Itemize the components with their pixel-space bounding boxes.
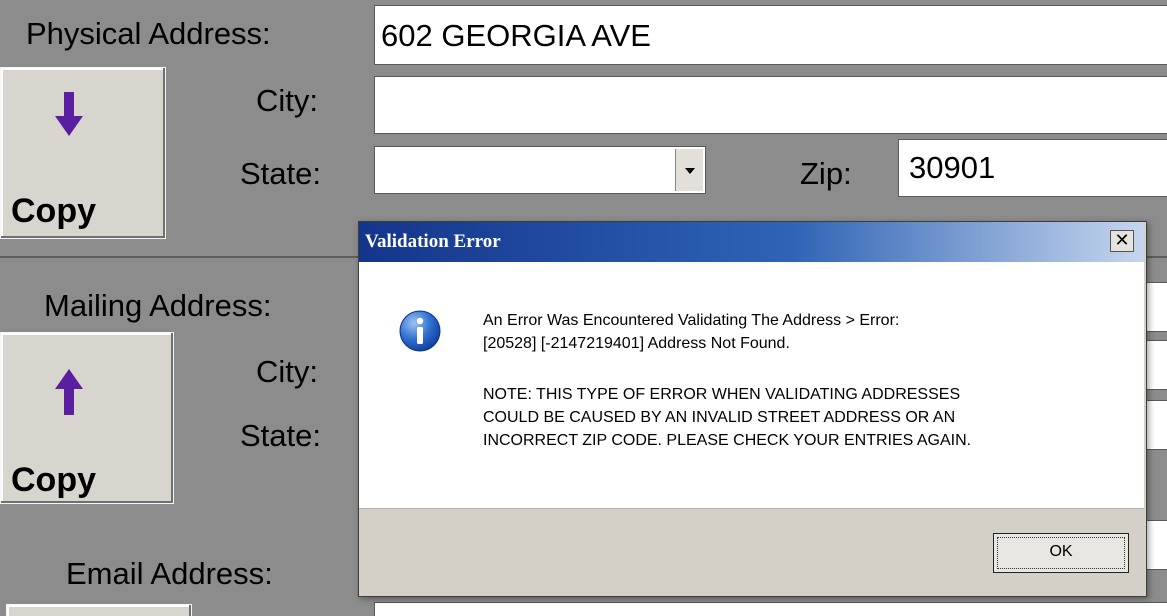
physical-zip-input[interactable]: 30901: [898, 139, 1167, 197]
mailing-city-input[interactable]: [1145, 340, 1167, 390]
note-line-1: NOTE: THIS TYPE OF ERROR WHEN VALIDATING…: [483, 386, 961, 403]
mailing-state-input[interactable]: [1145, 400, 1167, 450]
copy-down-label: Copy: [11, 192, 96, 230]
copy-up-button[interactable]: Copy: [0, 332, 174, 504]
close-button[interactable]: ✕: [1110, 230, 1134, 252]
info-icon: [399, 310, 441, 352]
physical-zip-label: Zip:: [800, 156, 852, 191]
email-address-input[interactable]: [1145, 520, 1167, 570]
bottom-partial-input[interactable]: [374, 602, 1167, 616]
error-message-line-2: [20528] [-2147219401] Address Not Found.: [483, 335, 790, 352]
down-arrow-icon: [55, 92, 83, 136]
close-icon: ✕: [1114, 230, 1130, 250]
copy-down-button[interactable]: Copy: [0, 67, 166, 239]
ok-button[interactable]: OK: [993, 533, 1129, 573]
note-line-3: INCORRECT ZIP CODE. PLEASE CHECK YOUR EN…: [483, 432, 972, 449]
dialog-body: An Error Was Encountered Validating The …: [359, 262, 1144, 508]
note-line-2: COULD BE CAUSED BY AN INVALID STREET ADD…: [483, 409, 956, 426]
copy-up-label: Copy: [11, 461, 96, 499]
email-address-label: Email Address:: [66, 556, 273, 591]
physical-zip-value: 30901: [909, 150, 996, 185]
physical-address-value: 602 GEORGIA AVE: [381, 18, 651, 53]
dialog-title-bar[interactable]: Validation Error ✕: [359, 222, 1144, 262]
mailing-address-label: Mailing Address:: [44, 288, 272, 323]
error-message-line-1: An Error Was Encountered Validating The …: [483, 312, 900, 329]
mailing-address-input[interactable]: [1145, 282, 1167, 332]
physical-city-input[interactable]: [374, 76, 1167, 134]
physical-city-label: City:: [256, 83, 318, 118]
validation-error-dialog: Validation Error ✕ An Error Was Encounte…: [358, 221, 1147, 597]
mailing-city-label: City:: [256, 354, 318, 389]
dialog-footer: OK: [359, 508, 1144, 595]
ok-label: OK: [1049, 543, 1073, 560]
up-arrow-icon: [55, 369, 83, 415]
bottom-partial-control[interactable]: [6, 604, 192, 616]
physical-state-select[interactable]: [374, 146, 706, 194]
mailing-state-label: State:: [240, 418, 321, 453]
dialog-title: Validation Error: [365, 231, 501, 252]
physical-address-input[interactable]: 602 GEORGIA AVE: [374, 5, 1167, 65]
physical-state-label: State:: [240, 156, 321, 191]
state-dropdown-button[interactable]: [675, 149, 703, 191]
physical-address-label: Physical Address:: [26, 16, 271, 51]
chevron-down-icon: [685, 168, 695, 174]
